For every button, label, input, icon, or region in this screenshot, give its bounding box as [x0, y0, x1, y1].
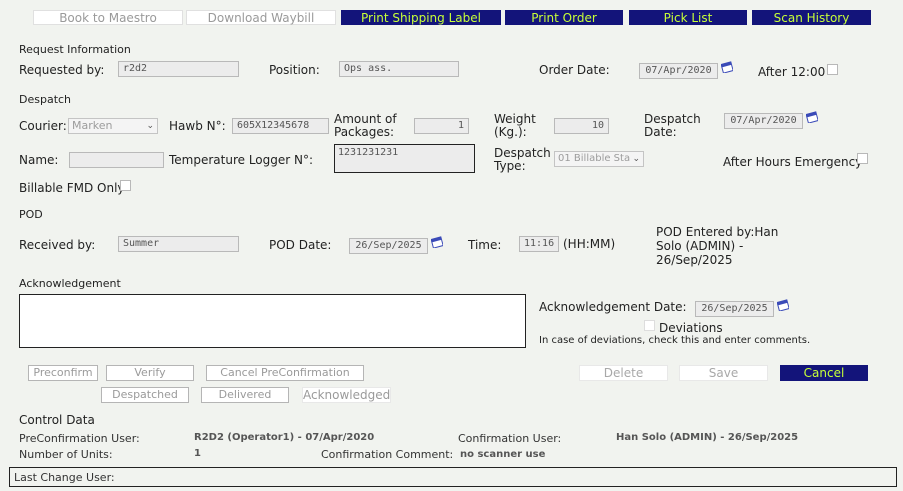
preconfirmation-user-label: PreConfirmation User: [19, 432, 140, 445]
despatched-button[interactable]: Despatched [101, 387, 189, 403]
pod-entered-by: POD Entered by:Han Solo (ADMIN) - 26/Sep… [656, 225, 778, 267]
despatch-date-field[interactable]: 07/Apr/2020 [724, 113, 803, 129]
save-button[interactable]: Save [679, 365, 768, 381]
pod-date-label: POD Date: [269, 238, 332, 252]
requested-by-field[interactable]: r2d2 [118, 61, 239, 77]
weight-label-line-2: (Kg.): [494, 125, 527, 139]
confirmation-user-value: Han Solo (ADMIN) - 26/Sep/2025 [616, 432, 799, 443]
pod-date-field[interactable]: 26/Sep/2025 [349, 238, 428, 254]
temperature-logger-label: Temperature Logger N°: [169, 153, 314, 167]
after-12-label: After 12:00 [758, 65, 826, 79]
pod-entered-by-line-1: POD Entered by:Han [656, 225, 779, 239]
despatch-type-select[interactable]: 01 Billable Sta ⌄ [554, 151, 644, 167]
received-by-field[interactable]: Summer [118, 236, 239, 252]
packages-label: Amount of Packages: [334, 113, 397, 139]
time-label: Time: [468, 238, 502, 252]
chevron-down-icon: ⌄ [146, 121, 154, 131]
position-label: Position: [269, 63, 320, 77]
deviations-help-text: In case of deviations, check this and en… [539, 335, 811, 346]
cancel-button[interactable]: Cancel [780, 365, 868, 381]
acknowledgement-date-label: Acknowledgement Date: [539, 300, 687, 314]
requested-by-label: Requested by: [19, 63, 105, 77]
order-date-field[interactable]: 07/Apr/2020 [639, 63, 718, 79]
delivered-button[interactable]: Delivered [201, 387, 289, 403]
calendar-icon[interactable] [431, 235, 443, 248]
preconfirm-button[interactable]: Preconfirm [28, 365, 98, 381]
control-section-title: Control Data [19, 413, 95, 427]
calendar-icon[interactable] [721, 60, 733, 73]
calendar-icon[interactable] [806, 110, 818, 123]
acknowledgement-date-field[interactable]: 26/Sep/2025 [695, 301, 774, 317]
time-field[interactable]: 11:16 [519, 236, 559, 252]
confirmation-comment-label: Confirmation Comment: [321, 448, 454, 461]
billable-fmd-checkbox[interactable] [120, 180, 131, 191]
courier-select-value: Marken [72, 119, 113, 132]
chevron-down-icon: ⌄ [632, 154, 640, 164]
delete-button[interactable]: Delete [579, 365, 668, 381]
after-hours-emergency-label: After Hours Emergency [723, 155, 863, 169]
billable-fmd-label: Billable FMD Only [19, 181, 125, 195]
despatch-date-label-line-2: Date: [644, 125, 677, 139]
book-to-maestro-button[interactable]: Book to Maestro [33, 10, 183, 25]
after-hours-emergency-checkbox[interactable] [857, 153, 868, 164]
weight-field[interactable]: 10 [554, 118, 609, 134]
last-change-box: Last Change User: [9, 467, 897, 487]
request-section-title: Request Information [19, 43, 131, 56]
pod-entered-by-line-3: 26/Sep/2025 [656, 253, 733, 267]
packages-field[interactable]: 1 [414, 118, 469, 134]
pod-section-title: POD [19, 208, 43, 221]
after-12-checkbox[interactable] [827, 64, 838, 75]
scan-history-button[interactable]: Scan History [752, 10, 871, 25]
name-label: Name: [19, 153, 59, 167]
despatch-date-label: Despatch Date: [644, 113, 701, 139]
hawb-label: Hawb N°: [169, 119, 226, 133]
weight-label: Weight (Kg.): [494, 113, 536, 139]
time-format-hint: (HH:MM) [563, 237, 616, 251]
despatch-type-label: Despatch Type: [494, 147, 551, 173]
deviations-checkbox[interactable] [644, 320, 655, 331]
print-shipping-label-button[interactable]: Print Shipping Label [341, 10, 501, 25]
cancel-preconfirmation-button[interactable]: Cancel PreConfirmation [206, 365, 364, 381]
confirmation-user-label: Confirmation User: [458, 432, 562, 445]
calendar-icon[interactable] [777, 298, 789, 311]
acknowledgement-section-title: Acknowledgement [19, 277, 121, 290]
order-date-label: Order Date: [539, 63, 610, 77]
preconfirmation-user-value: R2D2 (Operator1) - 07/Apr/2020 [194, 432, 375, 443]
pod-entered-by-line-2: Solo (ADMIN) - [656, 239, 744, 253]
name-field[interactable] [69, 152, 164, 168]
courier-select[interactable]: Marken ⌄ [68, 118, 158, 134]
download-waybill-button[interactable]: Download Waybill [186, 10, 336, 25]
temperature-logger-field[interactable] [334, 144, 475, 173]
despatch-section-title: Despatch [19, 93, 72, 106]
print-order-button[interactable]: Print Order [505, 10, 623, 25]
courier-label: Courier: [19, 119, 67, 133]
pick-list-button[interactable]: Pick List [629, 10, 747, 25]
packages-label-line-2: Packages: [334, 125, 395, 139]
acknowledged-button[interactable]: Acknowledged [302, 387, 391, 403]
despatch-type-label-line-2: Type: [494, 159, 526, 173]
despatch-type-select-value: 01 Billable Sta [558, 153, 631, 164]
number-of-units-label: Number of Units: [19, 448, 113, 461]
verify-button[interactable]: Verify [106, 365, 194, 381]
deviations-label: Deviations [659, 321, 723, 335]
last-change-user-label: Last Change User: [14, 471, 115, 484]
received-by-label: Received by: [19, 238, 96, 252]
position-field[interactable]: Ops ass. [339, 61, 459, 77]
hawb-field[interactable]: 605X12345678 [232, 118, 329, 134]
number-of-units-value: 1 [194, 448, 201, 459]
acknowledgement-textarea[interactable] [19, 294, 526, 348]
confirmation-comment-value: no scanner use [460, 449, 546, 460]
